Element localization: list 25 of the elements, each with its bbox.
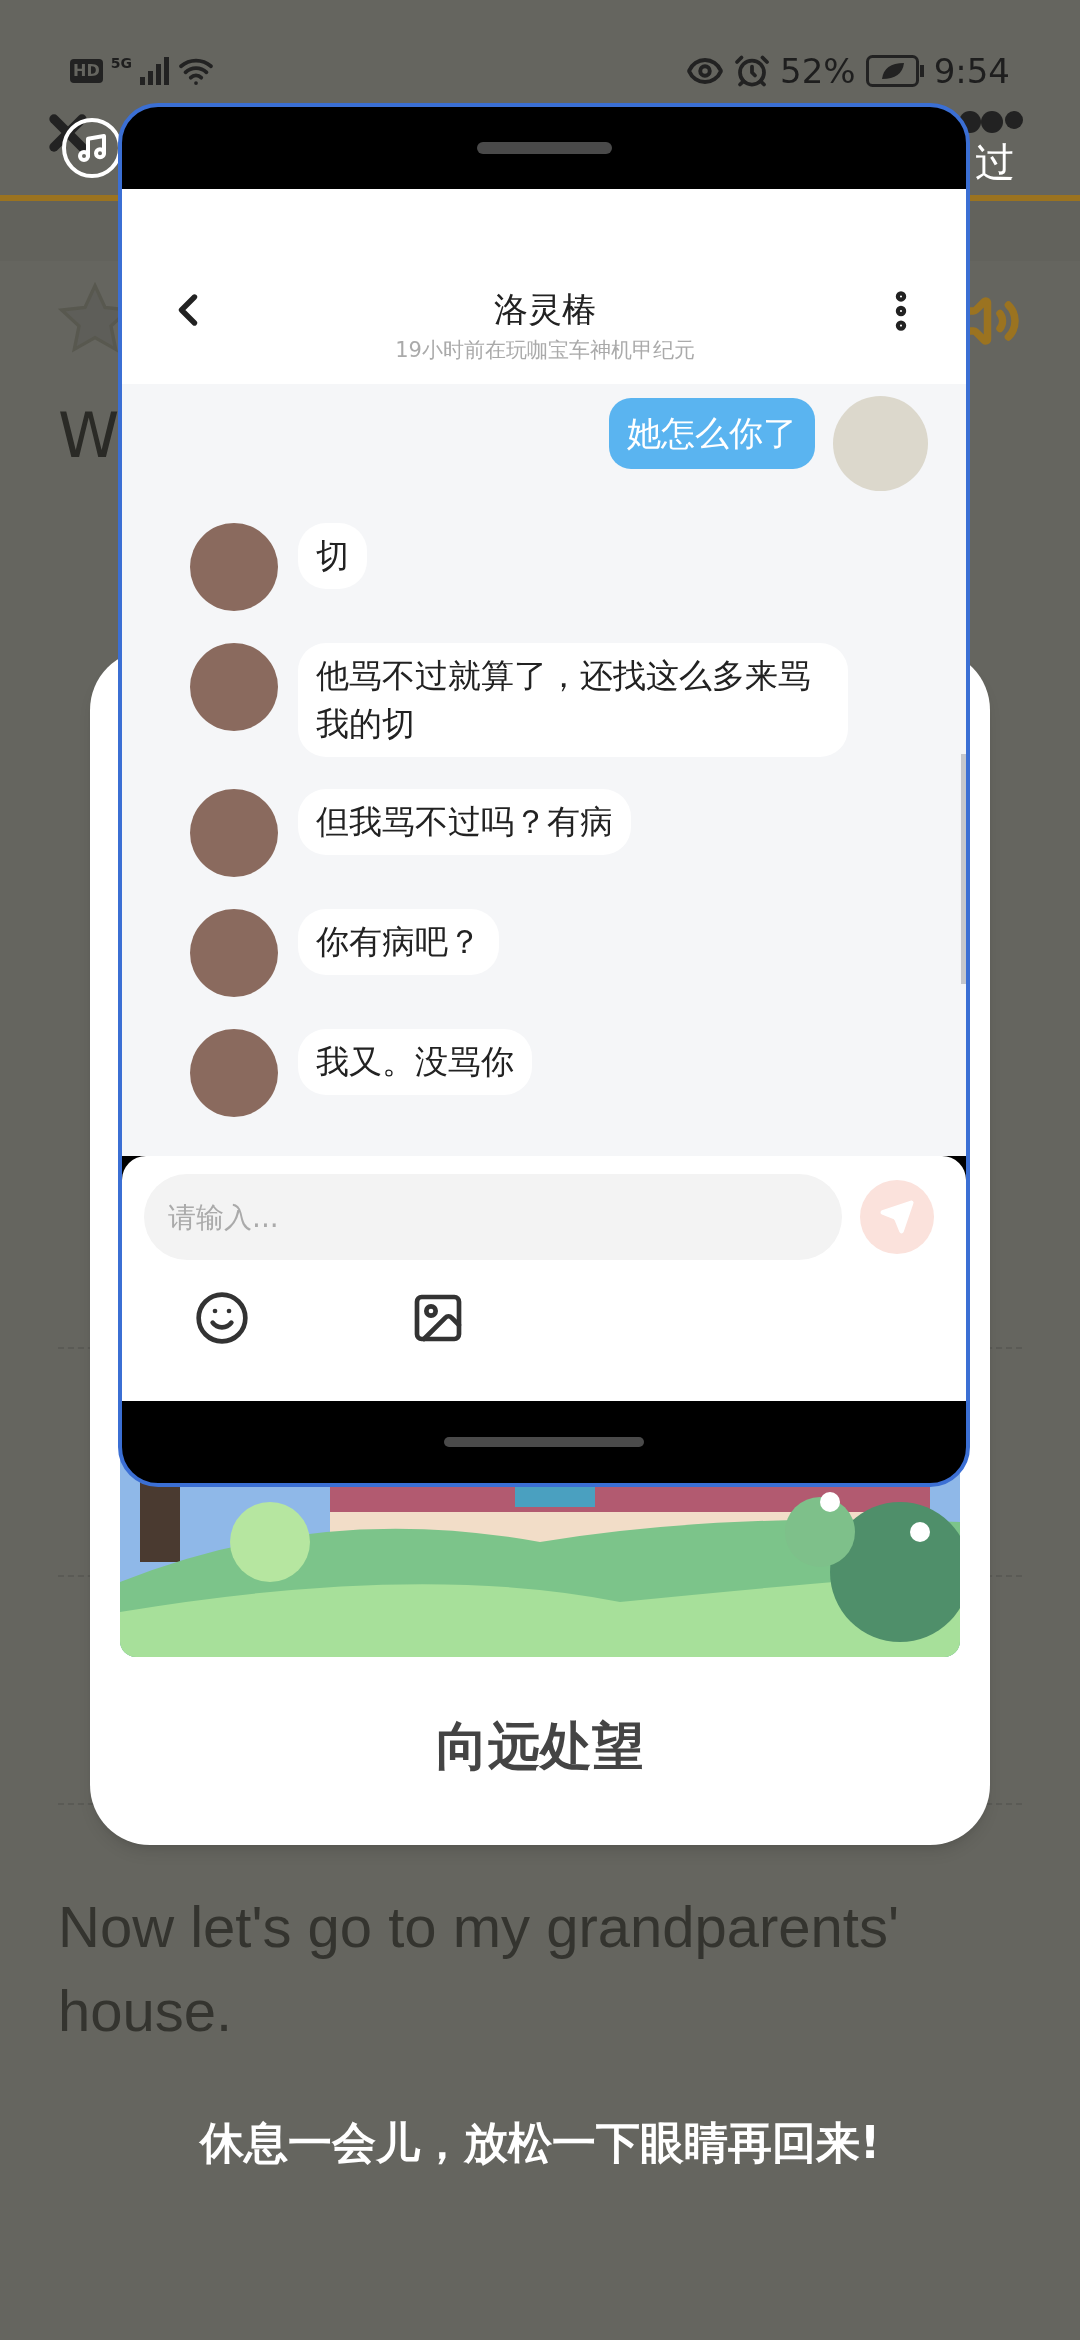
message-input[interactable]: 请输入...: [144, 1174, 842, 1260]
break-message: 休息一会儿，放松一下眼睛再回来!: [199, 2116, 881, 2170]
send-icon: [879, 1199, 915, 1235]
received-message-bubble: 切: [298, 523, 367, 589]
received-message-bubble: 我又。没骂你: [298, 1029, 532, 1095]
music-note-icon: [76, 132, 108, 164]
received-message-bubble: 但我骂不过吗？有病: [298, 789, 631, 855]
emoji-icon[interactable]: [194, 1290, 250, 1346]
chat-subtitle: 19小时前在玩咖宝车神机甲纪元: [395, 336, 695, 364]
drag-handle[interactable]: [476, 142, 612, 154]
sent-message-bubble: 她怎么你了: [609, 398, 815, 469]
signal-icon: [139, 57, 170, 85]
more-icon[interactable]: [958, 110, 1024, 134]
skip-label[interactable]: 过: [975, 138, 1015, 186]
clock-time: 9:54: [933, 49, 1010, 93]
hd-icon: HD: [70, 59, 103, 83]
break-caption: 向远处望: [436, 1715, 644, 1778]
chat-title: 洛灵椿: [494, 287, 596, 331]
received-message-bubble: 他骂不过就算了，还找这么多来骂我的切: [298, 643, 848, 757]
battery-percent: 52%: [780, 49, 856, 93]
received-message-bubble: 你有病吧？: [298, 909, 499, 975]
alarm-icon: [734, 53, 771, 89]
network-label: 5G: [110, 54, 132, 73]
lesson-heading: W: [58, 398, 120, 474]
battery-icon: [865, 55, 924, 87]
